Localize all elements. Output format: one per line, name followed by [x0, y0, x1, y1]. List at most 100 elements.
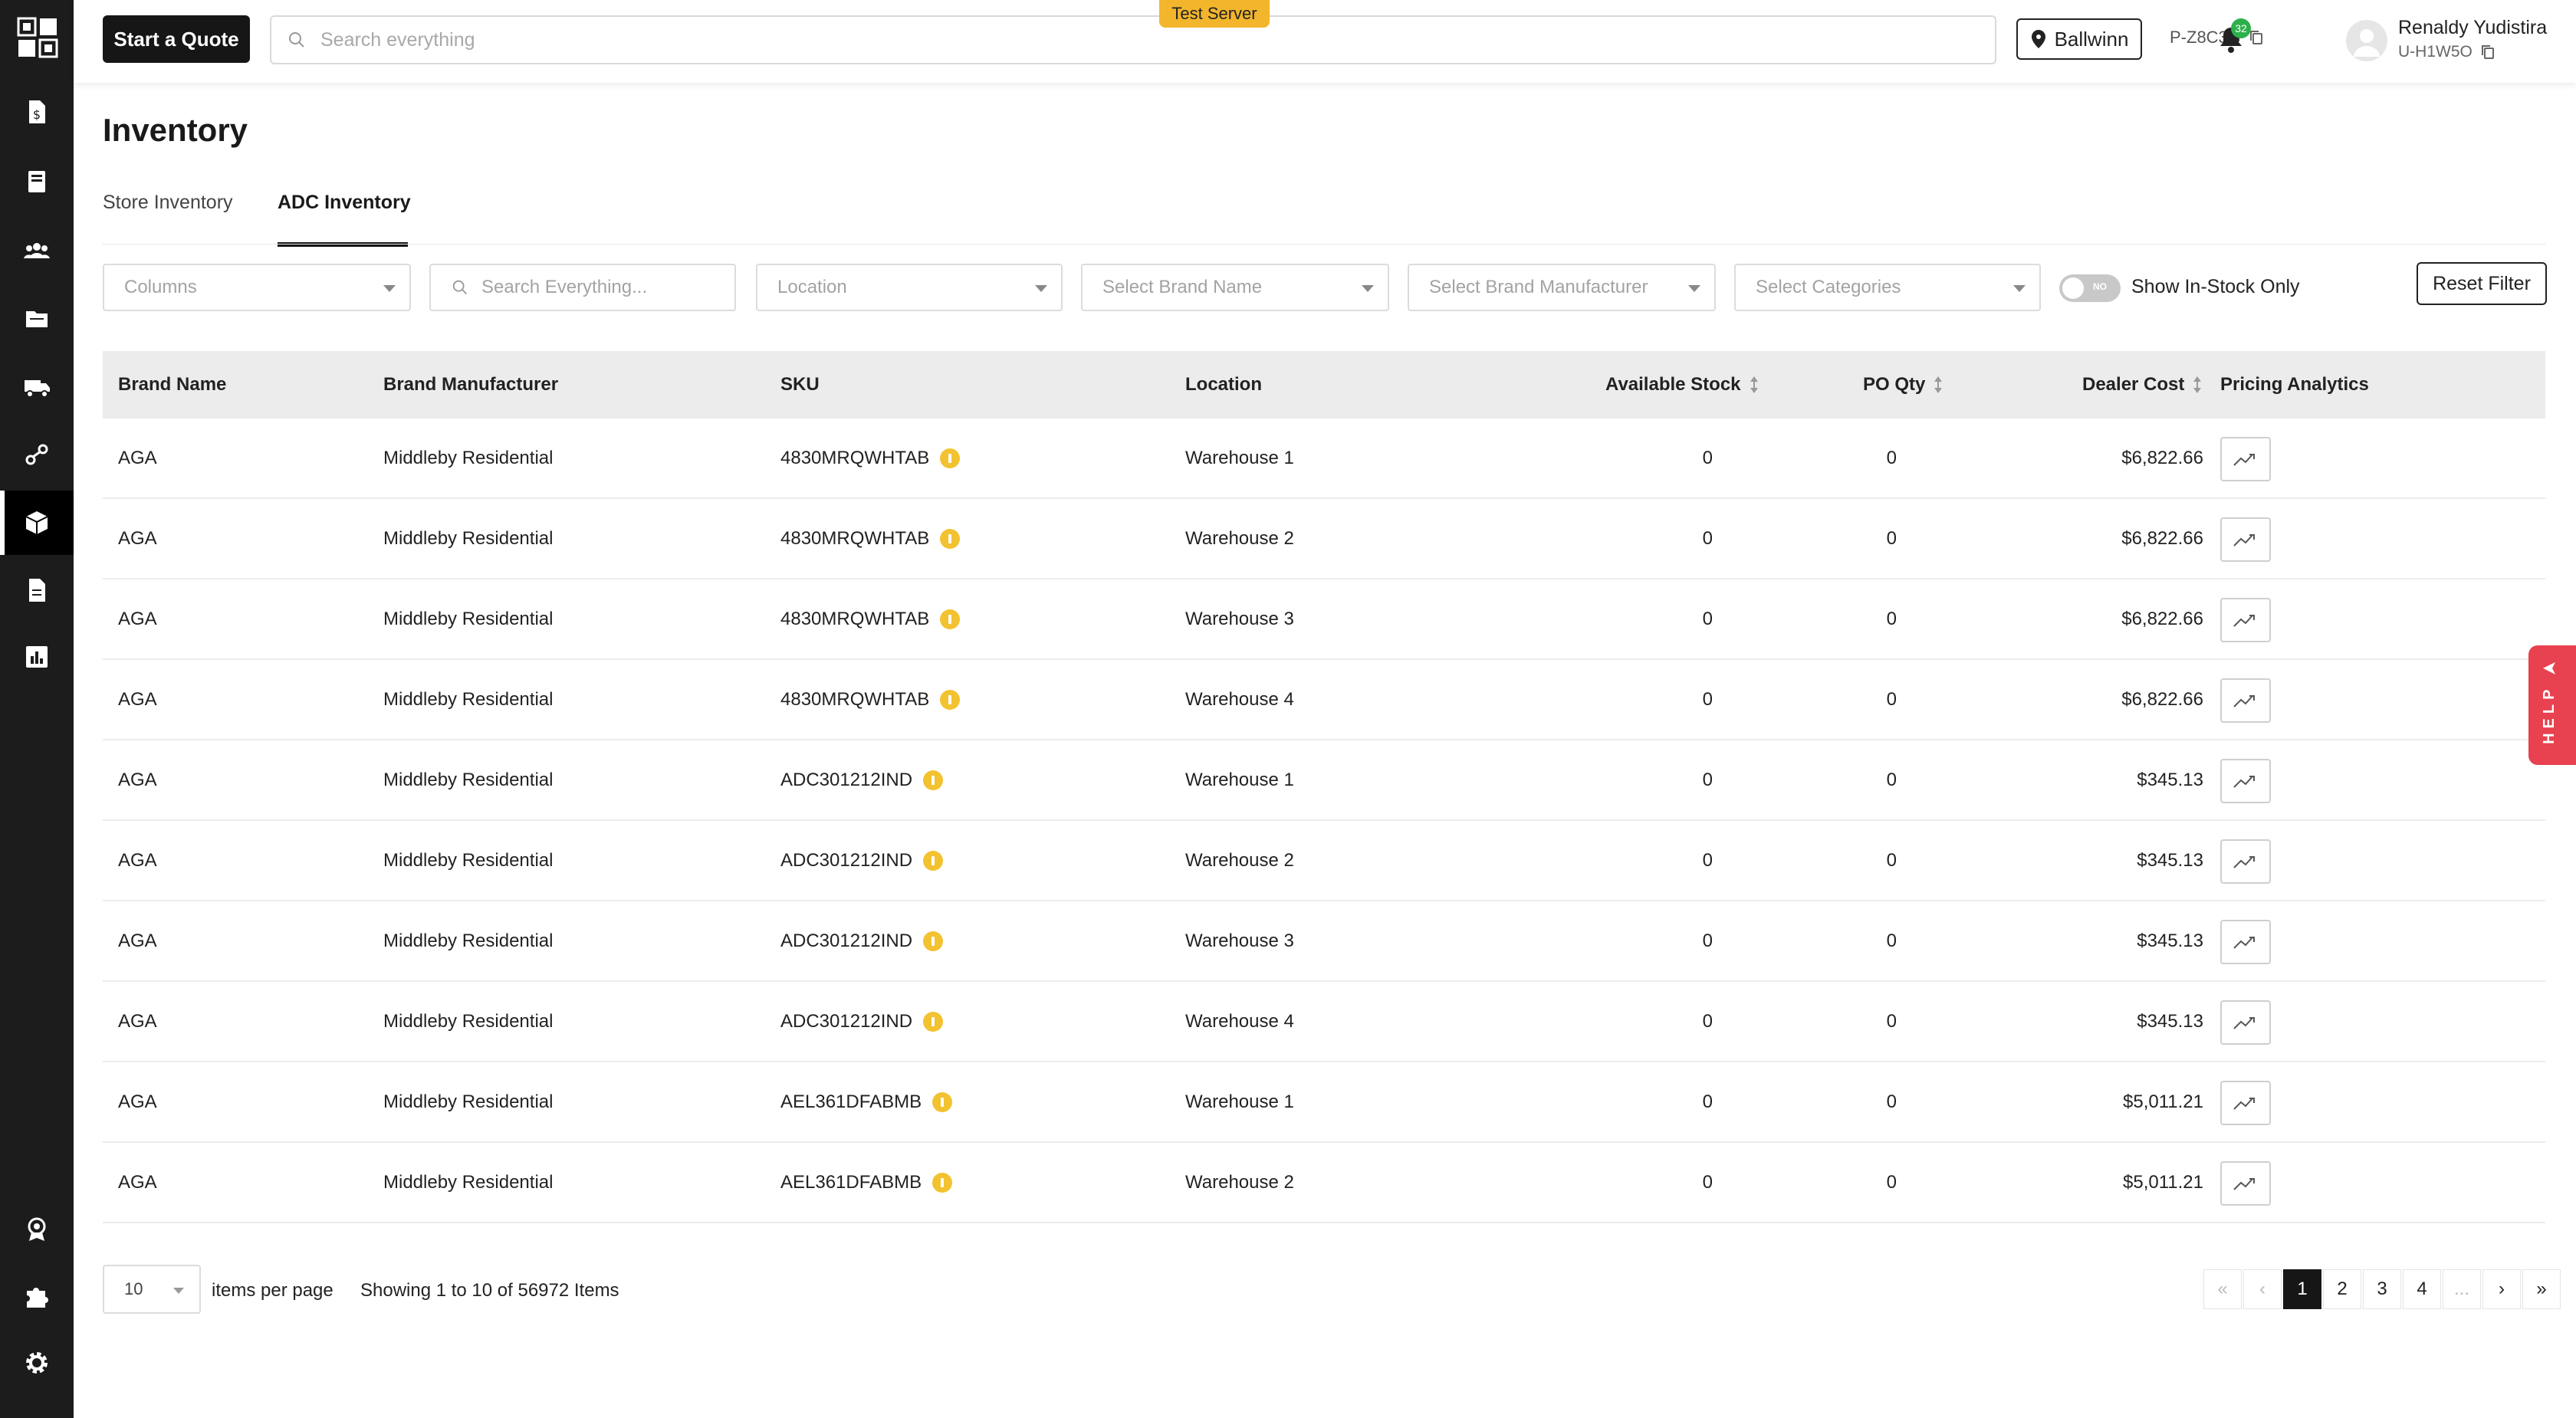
pricing-analytics-button[interactable]: [2220, 678, 2271, 723]
column-header-sku[interactable]: SKU: [780, 374, 820, 396]
pricing-analytics-button[interactable]: [2220, 759, 2271, 803]
column-header-location[interactable]: Location: [1185, 374, 1262, 396]
info-icon[interactable]: [932, 1173, 953, 1193]
first-page-button[interactable]: «: [2203, 1269, 2242, 1309]
table-row[interactable]: AGA Middleby Residential 4830MRQWHTAB Wa…: [103, 660, 2545, 740]
sidebar-item-integrations[interactable]: [0, 422, 74, 487]
reset-filter-button[interactable]: Reset Filter: [2417, 262, 2547, 305]
trend-chart-icon: [2233, 937, 2255, 949]
sort-icon[interactable]: [2192, 375, 2203, 395]
columns-select[interactable]: Columns: [103, 264, 411, 311]
table-row[interactable]: AGA Middleby Residential AEL361DFABMB Wa…: [103, 1062, 2545, 1143]
sidebar-item-delivery[interactable]: [0, 355, 74, 419]
location-button[interactable]: Ballwinn: [2016, 18, 2142, 60]
last-page-button[interactable]: »: [2522, 1269, 2561, 1309]
brand-name-select[interactable]: Select Brand Name: [1081, 264, 1389, 311]
items-per-page-select[interactable]: 10: [103, 1265, 201, 1314]
sidebar-item-customers[interactable]: [0, 219, 74, 284]
chevron-down-icon: [1362, 285, 1374, 292]
page-button-2[interactable]: 2: [2323, 1269, 2361, 1309]
sidebar-item-settings[interactable]: [0, 1331, 74, 1395]
table-row[interactable]: AGA Middleby Residential ADC301212IND Wa…: [103, 740, 2545, 821]
sidebar-item-plugins[interactable]: [0, 1264, 74, 1328]
help-label[interactable]: HELP: [2541, 661, 2564, 744]
dollar-document-icon: $: [29, 100, 45, 123]
global-search-input[interactable]: [320, 28, 1777, 51]
info-icon[interactable]: [923, 770, 944, 790]
info-icon[interactable]: [940, 609, 961, 629]
table-row[interactable]: AGA Middleby Residential 4830MRQWHTAB Wa…: [103, 419, 2545, 499]
cell-available-stock: 0: [1702, 528, 1713, 549]
trend-chart-icon: [2233, 615, 2255, 627]
pricing-analytics-button[interactable]: [2220, 1161, 2271, 1206]
table-row[interactable]: AGA Middleby Residential ADC301212IND Wa…: [103, 901, 2545, 982]
pagination: « ‹ 1 2 3 4 ... › »: [2202, 1269, 2561, 1309]
chevron-down-icon: [1035, 285, 1047, 292]
column-header-brand-manufacturer[interactable]: Brand Manufacturer: [383, 374, 558, 396]
sidebar-item-rewards[interactable]: [0, 1197, 74, 1262]
pricing-analytics-button[interactable]: [2220, 1081, 2271, 1125]
avatar[interactable]: [2346, 20, 2387, 61]
table-row[interactable]: AGA Middleby Residential ADC301212IND Wa…: [103, 821, 2545, 901]
page-button-1[interactable]: 1: [2283, 1269, 2321, 1309]
trend-chart-icon: [2233, 695, 2255, 707]
column-header-po-qty[interactable]: PO Qty: [1863, 374, 1944, 396]
pricing-analytics-button[interactable]: [2220, 1000, 2271, 1045]
tab-adc-inventory[interactable]: ADC Inventory: [278, 192, 411, 247]
categories-select[interactable]: Select Categories: [1734, 264, 2041, 311]
cell-location: Warehouse 2: [1185, 1172, 1294, 1193]
table-row[interactable]: AGA Middleby Residential 4830MRQWHTAB Wa…: [103, 499, 2545, 579]
cell-dealer-cost: $6,822.66: [2121, 609, 2203, 629]
cell-available-stock: 0: [1702, 850, 1713, 871]
pricing-analytics-button[interactable]: [2220, 920, 2271, 964]
page-button-3[interactable]: 3: [2363, 1269, 2401, 1309]
in-stock-toggle[interactable]: NO: [2059, 274, 2121, 302]
sidebar-item-catalog[interactable]: [0, 149, 74, 214]
column-header-brand-name[interactable]: Brand Name: [118, 374, 226, 396]
filter-search[interactable]: Search Everything...: [429, 264, 736, 311]
info-icon[interactable]: [940, 448, 961, 468]
column-header-dealer-cost[interactable]: Dealer Cost: [2082, 374, 2203, 396]
pricing-analytics-button[interactable]: [2220, 839, 2271, 884]
start-quote-button[interactable]: Start a Quote: [103, 15, 250, 63]
column-header-available-stock[interactable]: Available Stock: [1605, 374, 1760, 396]
info-icon[interactable]: [932, 1092, 953, 1112]
cell-sku: 4830MRQWHTAB: [780, 609, 961, 630]
pricing-analytics-button[interactable]: [2220, 437, 2271, 481]
info-icon[interactable]: [923, 931, 944, 951]
brand-manufacturer-select[interactable]: Select Brand Manufacturer: [1408, 264, 1716, 311]
cell-sku-text: AEL361DFABMB: [780, 1091, 922, 1112]
next-page-button[interactable]: ›: [2482, 1269, 2521, 1309]
copy-icon[interactable]: [2249, 29, 2264, 46]
info-icon[interactable]: [923, 851, 944, 871]
categories-select-label: Select Categories: [1756, 277, 1901, 297]
sidebar-item-projects[interactable]: [0, 287, 74, 351]
info-icon[interactable]: [923, 1012, 944, 1032]
sidebar-item-documents[interactable]: [0, 558, 74, 622]
previous-page-button[interactable]: ‹: [2243, 1269, 2282, 1309]
info-icon[interactable]: [940, 690, 961, 710]
global-search[interactable]: [270, 15, 1996, 64]
table-row[interactable]: AGA Middleby Residential ADC301212IND Wa…: [103, 982, 2545, 1062]
location-select[interactable]: Location: [756, 264, 1063, 311]
sort-icon[interactable]: [1933, 375, 1944, 395]
sidebar-item-quotes[interactable]: $: [0, 80, 74, 144]
copy-icon[interactable]: [2480, 44, 2496, 61]
brand-manufacturer-select-label: Select Brand Manufacturer: [1429, 277, 1648, 297]
logo-icon[interactable]: [17, 17, 58, 58]
sidebar-item-inventory[interactable]: [0, 491, 74, 555]
cell-brand-manufacturer: Middleby Residential: [383, 1011, 554, 1032]
sidebar-item-reports[interactable]: [0, 625, 74, 689]
showing-items-text: Showing 1 to 10 of 56972 Items: [360, 1280, 619, 1301]
cell-po-qty: 0: [1886, 1091, 1897, 1112]
table-row[interactable]: AGA Middleby Residential 4830MRQWHTAB Wa…: [103, 579, 2545, 660]
page-button-4[interactable]: 4: [2403, 1269, 2441, 1309]
cell-sku: AEL361DFABMB: [780, 1172, 953, 1193]
pricing-analytics-button[interactable]: [2220, 598, 2271, 642]
sort-icon[interactable]: [1749, 375, 1760, 395]
tab-store-inventory[interactable]: Store Inventory: [103, 192, 233, 247]
user-name: Renaldy Yudistira: [2398, 17, 2548, 38]
table-row[interactable]: AGA Middleby Residential AEL361DFABMB Wa…: [103, 1143, 2545, 1223]
info-icon[interactable]: [940, 529, 961, 549]
pricing-analytics-button[interactable]: [2220, 517, 2271, 562]
